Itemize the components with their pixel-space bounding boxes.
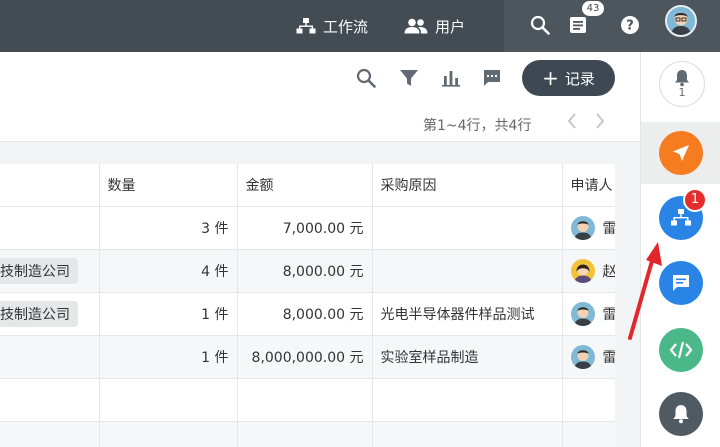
previous-page-button[interactable] — [566, 112, 578, 135]
column-header-amount[interactable]: 金额 — [237, 164, 373, 207]
quantity-cell: 1 件 — [99, 335, 238, 379]
column-header-applicant[interactable]: 申请人 — [562, 164, 615, 207]
svg-text:?: ? — [626, 19, 634, 34]
amount-cell: 8,000,000.00 元 — [237, 335, 373, 379]
chevron-right-icon — [596, 113, 605, 129]
applicant-name: 雷 — [603, 218, 616, 238]
applicant-avatar — [570, 344, 595, 369]
nav-workflow-label: 工作流 — [323, 17, 369, 36]
applicant-cell: 雷 — [562, 335, 616, 379]
column-header-company[interactable] — [0, 164, 100, 207]
table-header-row: 数量 金额 采购原因 申请人 — [0, 164, 615, 207]
sidebar-send-button[interactable] — [659, 131, 703, 175]
nav-users[interactable]: 用户 — [404, 0, 465, 52]
avatar — [667, 7, 695, 35]
code-icon — [669, 341, 693, 359]
quantity-cell: 4 件 — [99, 249, 238, 293]
company-cell: 技制造公司 — [0, 292, 100, 336]
amount-cell: 7,000.00 元 — [237, 206, 373, 250]
toolbar-comment-button[interactable] — [480, 66, 504, 90]
applicant-cell: 雷 — [562, 206, 616, 250]
amount-cell: 8,000.00 元 — [237, 249, 373, 293]
company-cell — [0, 335, 100, 379]
bell-icon — [673, 405, 689, 424]
reason-cell — [372, 206, 563, 250]
inbox-count-badge: 43 — [582, 1, 604, 16]
table-row[interactable]: 技制造公司 1 件 8,000.00 元 光电半导体器件样品测试 雷 — [0, 292, 616, 336]
search-icon — [356, 68, 376, 88]
user-avatar[interactable] — [665, 5, 697, 37]
applicant-cell: 雷 — [562, 292, 616, 336]
add-record-button[interactable]: + 记录 — [522, 60, 615, 96]
table-row[interactable]: 1 件 8,000,000.00 元 实验室样品制造 雷 — [0, 335, 616, 379]
table-row-empty — [0, 378, 615, 422]
column-header-quantity[interactable]: 数量 — [99, 164, 238, 207]
column-header-reason[interactable]: 采购原因 — [372, 164, 563, 207]
top-search-button[interactable] — [528, 10, 552, 40]
sidebar-notification-button[interactable] — [659, 392, 703, 436]
users-icon — [404, 18, 428, 34]
workflow-icon — [296, 18, 316, 34]
table-row[interactable]: 3 件 7,000.00 元 雷 — [0, 206, 616, 250]
records-table: 数量 金额 采购原因 申请人 3 件 7,000.00 元 雷 — [0, 164, 615, 447]
annotation-arrow-icon — [628, 242, 662, 340]
company-tag: 技制造公司 — [0, 257, 78, 284]
filter-icon — [400, 70, 418, 86]
company-tag: 技制造公司 — [0, 300, 78, 327]
send-icon — [673, 145, 689, 161]
applicant-name: 赵 — [603, 261, 616, 281]
nav-users-label: 用户 — [435, 17, 466, 36]
search-icon — [530, 15, 550, 35]
company-cell: 技制造公司 — [0, 249, 100, 293]
chart-icon — [442, 71, 460, 87]
applicant-avatar — [570, 258, 595, 283]
inbox-icon — [570, 17, 586, 33]
table-row-empty — [0, 421, 615, 447]
quantity-cell: 1 件 — [99, 292, 238, 336]
notification-bell-button[interactable]: 1 — [659, 61, 705, 107]
reason-cell: 实验室样品制造 — [372, 335, 563, 379]
table-row[interactable]: 技制造公司 4 件 8,000.00 元 赵 — [0, 249, 616, 293]
reason-cell: 光电半导体器件样品测试 — [372, 292, 563, 336]
toolbar-search-button[interactable] — [354, 66, 378, 90]
reason-cell — [372, 249, 563, 293]
toolbar-filter-button[interactable] — [397, 66, 421, 90]
plus-icon: + — [542, 66, 559, 90]
view-toolbar: + 记录 第1~4行，共4行 — [0, 52, 640, 142]
bell-icon — [675, 70, 689, 87]
amount-cell: 8,000.00 元 — [237, 292, 373, 336]
bell-count: 1 — [678, 86, 686, 99]
chat-icon — [673, 275, 689, 291]
workflow-icon — [671, 209, 691, 226]
applicant-avatar — [570, 215, 595, 240]
applicant-avatar — [570, 301, 595, 326]
help-button[interactable]: ? — [618, 10, 642, 40]
company-cell — [0, 206, 100, 250]
next-page-button[interactable] — [594, 112, 606, 135]
chevron-left-icon — [567, 113, 576, 129]
toolbar-chart-button[interactable] — [439, 66, 463, 90]
pagination-info: 第1~4行，共4行 — [423, 118, 532, 134]
comment-icon — [484, 70, 500, 86]
add-record-label: 记录 — [564, 69, 595, 88]
applicant-name: 雷 — [603, 304, 616, 324]
help-icon: ? — [621, 16, 639, 34]
applicant-cell: 赵 — [562, 249, 616, 293]
quantity-cell: 3 件 — [99, 206, 238, 250]
applicant-name: 雷 — [603, 347, 616, 367]
nav-workflow[interactable]: 工作流 — [296, 0, 368, 52]
workflow-count-badge: 1 — [683, 188, 707, 212]
